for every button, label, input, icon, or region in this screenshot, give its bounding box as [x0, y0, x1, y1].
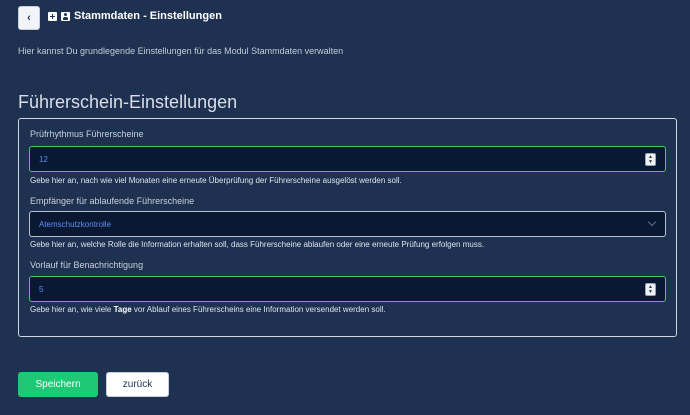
user-card-icon: [61, 11, 70, 21]
vorlauf-help-text-end: vor Ablauf eines Führerscheins eine Info…: [131, 305, 386, 314]
page-title: Stammdaten - Einstellungen: [74, 10, 222, 22]
empfaenger-label: Empfänger für ablaufende Führerscheine: [30, 196, 195, 206]
number-stepper-icon[interactable]: ▲ ▼: [645, 153, 656, 166]
chevron-left-icon: ‹: [27, 12, 31, 24]
back-text-button[interactable]: zurück: [106, 372, 169, 397]
vorlauf-help-bold: Tage: [113, 305, 132, 314]
back-button[interactable]: ‹: [18, 6, 40, 30]
vorlauf-input[interactable]: 5 ▲ ▼: [29, 276, 666, 302]
empfaenger-select[interactable]: Atemschutzkontrolle: [29, 211, 666, 237]
page-description: Hier kannst Du grundlegende Einstellunge…: [18, 46, 344, 56]
page-header: Stammdaten - Einstellungen: [48, 10, 222, 22]
pruefrhythmus-input[interactable]: 12 ▲ ▼: [29, 146, 666, 172]
number-stepper-icon[interactable]: ▲ ▼: [645, 283, 656, 296]
vorlauf-help: Gebe hier an, wie viele Tage vor Ablauf …: [30, 305, 386, 314]
vorlauf-label: Vorlauf für Benachrichtigung: [30, 260, 144, 270]
pruefrhythmus-value: 12: [39, 154, 48, 164]
settings-panel: Prüfrhythmus Führerscheine 12 ▲ ▼ Gebe hi…: [18, 118, 677, 337]
pruefrhythmus-label: Prüfrhythmus Führerscheine: [30, 129, 144, 139]
plus-square-icon: [48, 11, 57, 21]
chevron-down-icon: [647, 217, 657, 227]
vorlauf-help-text: Gebe hier an, wie viele: [30, 305, 114, 314]
empfaenger-value: Atemschutzkontrolle: [39, 219, 112, 229]
save-button[interactable]: Speichern: [18, 372, 98, 397]
empfaenger-help: Gebe hier an, welche Rolle die Informati…: [30, 240, 485, 249]
pruefrhythmus-help: Gebe hier an, nach wie viel Monaten eine…: [30, 176, 402, 185]
vorlauf-value: 5: [39, 284, 44, 294]
section-title: Führerschein-Einstellungen: [18, 92, 238, 112]
